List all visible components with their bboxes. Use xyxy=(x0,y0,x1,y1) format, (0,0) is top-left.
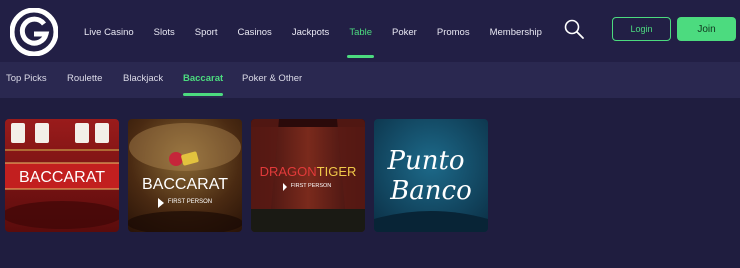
tab-baccarat[interactable]: Baccarat xyxy=(183,62,224,98)
nav-item-sport[interactable]: Sport xyxy=(185,0,228,62)
nav-item-live-casino[interactable]: Live Casino xyxy=(74,0,144,62)
baccarat-first-person-artwork: BACCARAT FIRST PERSON xyxy=(128,119,242,232)
game-tile-baccarat-first-person[interactable]: BACCARAT FIRST PERSON xyxy=(128,119,242,232)
tab-blackjack[interactable]: Blackjack xyxy=(123,62,163,98)
nav-item-casinos[interactable]: Casinos xyxy=(227,0,281,62)
punto-banco-artwork: Punto Banco xyxy=(374,119,488,232)
nav-item-promos[interactable]: Promos xyxy=(427,0,480,62)
search-icon[interactable] xyxy=(563,18,585,40)
game-title: DRAGONTIGER xyxy=(260,164,357,179)
nav-item-jackpots[interactable]: Jackpots xyxy=(282,0,340,62)
tab-roulette[interactable]: Roulette xyxy=(67,62,102,98)
login-button[interactable]: Login xyxy=(612,17,671,41)
nav-item-membership[interactable]: Membership xyxy=(480,0,552,62)
game-tile-punto-banco[interactable]: Punto Banco xyxy=(374,119,488,232)
baccarat-table-artwork: BACCARAT xyxy=(5,119,119,232)
game-subtitle: FIRST PERSON xyxy=(168,199,212,205)
nav-item-table[interactable]: Table xyxy=(339,0,382,62)
category-subheader: Top Picks Roulette Blackjack Baccarat Po… xyxy=(0,62,740,98)
nav-item-slots[interactable]: Slots xyxy=(144,0,185,62)
game-tile-baccarat[interactable]: BACCARAT xyxy=(5,119,119,232)
game-title-line-2: Banco xyxy=(389,176,472,206)
main-nav: Live Casino Slots Sport Casinos Jackpots… xyxy=(74,0,552,62)
game-tile-dragon-tiger[interactable]: DRAGONTIGER FIRST PERSON xyxy=(251,119,365,232)
game-title-line-1: Punto xyxy=(386,146,464,176)
g-logo-icon[interactable] xyxy=(9,7,59,57)
game-subtitle: FIRST PERSON xyxy=(291,183,332,189)
top-header: Live Casino Slots Sport Casinos Jackpots… xyxy=(0,0,740,62)
join-button[interactable]: Join xyxy=(677,17,736,41)
tab-top-picks[interactable]: Top Picks xyxy=(6,62,47,98)
game-title: BACCARAT xyxy=(19,169,105,186)
game-title: BACCARAT xyxy=(142,176,228,193)
nav-item-poker[interactable]: Poker xyxy=(382,0,427,62)
tab-poker-other[interactable]: Poker & Other xyxy=(242,62,302,98)
dragon-tiger-artwork: DRAGONTIGER FIRST PERSON xyxy=(251,119,365,232)
